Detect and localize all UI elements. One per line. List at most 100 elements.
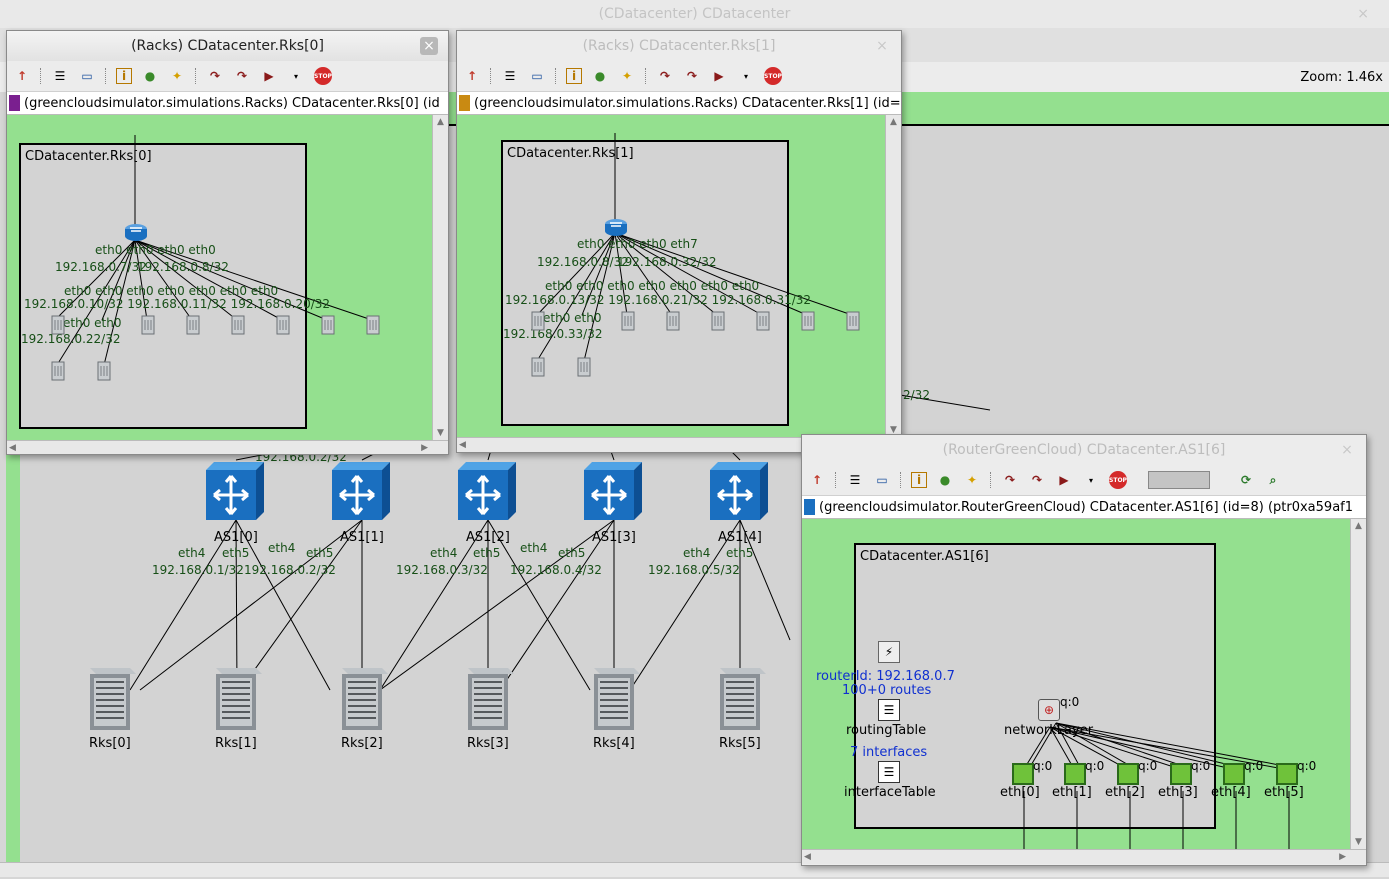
step-icon[interactable]: ↷: [656, 67, 674, 85]
go-up-icon[interactable]: ↑: [808, 471, 826, 489]
interface-table-icon[interactable]: ☰: [878, 761, 900, 783]
scroll-down-icon[interactable]: ▼: [1355, 837, 1362, 847]
rack-icon[interactable]: [714, 668, 766, 730]
fast-step-icon[interactable]: ↷: [233, 67, 251, 85]
wand-icon[interactable]: ✦: [963, 471, 981, 489]
server-icon[interactable]: [141, 315, 155, 335]
close-icon[interactable]: ×: [873, 37, 891, 55]
run-icon[interactable]: ▶: [710, 67, 728, 85]
rack0-hscrollbar[interactable]: ◀ ▶: [7, 440, 448, 454]
list-icon[interactable]: ☰: [51, 67, 69, 85]
router-icon[interactable]: [124, 223, 148, 241]
server-icon[interactable]: [51, 361, 65, 381]
nic-icon[interactable]: [1170, 763, 1192, 785]
rack0-titlebar[interactable]: (Racks) CDatacenter.Rks[0] ×: [7, 31, 448, 61]
go-up-icon[interactable]: ↑: [13, 67, 31, 85]
server-icon[interactable]: [186, 315, 200, 335]
rack-icon[interactable]: [588, 668, 640, 730]
rack-icon[interactable]: [210, 668, 262, 730]
rack-icon[interactable]: [462, 668, 514, 730]
list-icon[interactable]: ☰: [846, 471, 864, 489]
stop-icon[interactable]: STOP: [764, 67, 782, 85]
server-icon[interactable]: [531, 357, 545, 377]
chevron-down-icon[interactable]: ▾: [1082, 471, 1100, 489]
chevron-down-icon[interactable]: ▾: [737, 67, 755, 85]
router-icon[interactable]: [604, 218, 628, 236]
routing-table-icon[interactable]: ☰: [878, 699, 900, 721]
nic-icon[interactable]: [1223, 763, 1245, 785]
refresh-icon[interactable]: ⟳: [1237, 471, 1255, 489]
nic-icon[interactable]: [1064, 763, 1086, 785]
speed-slider[interactable]: [1148, 471, 1210, 489]
server-icon[interactable]: [366, 315, 380, 335]
wand-icon[interactable]: ✦: [168, 67, 186, 85]
server-icon[interactable]: [577, 357, 591, 377]
server-icon[interactable]: [276, 315, 290, 335]
nic-icon[interactable]: [1276, 763, 1298, 785]
server-icon[interactable]: [321, 315, 335, 335]
go-up-icon[interactable]: ↑: [463, 67, 481, 85]
scroll-right-icon[interactable]: ▶: [421, 443, 428, 453]
object-icon[interactable]: ●: [591, 67, 609, 85]
step-icon[interactable]: ↷: [206, 67, 224, 85]
server-icon[interactable]: [51, 315, 65, 335]
run-icon[interactable]: ▶: [1055, 471, 1073, 489]
scroll-up-icon[interactable]: ▲: [890, 117, 897, 127]
rack-icon[interactable]: [84, 668, 136, 730]
server-icon[interactable]: [231, 315, 245, 335]
rack0-canvas[interactable]: CDatacenter.Rks[0] eth0 eth0 eth0 eth0 1…: [7, 115, 432, 440]
server-icon[interactable]: [97, 361, 111, 381]
object-icon[interactable]: ●: [141, 67, 159, 85]
chevron-down-icon[interactable]: ▾: [287, 67, 305, 85]
monitor-icon[interactable]: ▭: [78, 67, 96, 85]
info-icon[interactable]: i: [911, 472, 927, 488]
scroll-up-icon[interactable]: ▲: [1355, 521, 1362, 531]
switch-icon[interactable]: [458, 462, 516, 520]
scroll-right-icon[interactable]: ▶: [1339, 852, 1346, 862]
rack1-titlebar[interactable]: (Racks) CDatacenter.Rks[1] ×: [457, 31, 901, 61]
list-icon[interactable]: ☰: [501, 67, 519, 85]
step-icon[interactable]: ↷: [1001, 471, 1019, 489]
router-titlebar[interactable]: (RouterGreenCloud) CDatacenter.AS1[6] ×: [802, 435, 1366, 465]
scroll-left-icon[interactable]: ◀: [459, 440, 466, 450]
rack-icon[interactable]: [336, 668, 388, 730]
router-hscrollbar[interactable]: ◀ ▶: [802, 849, 1366, 864]
server-icon[interactable]: [801, 311, 815, 331]
rack0-vscrollbar[interactable]: ▲ ▼: [432, 115, 448, 440]
server-icon[interactable]: [621, 311, 635, 331]
nic-icon[interactable]: [1117, 763, 1139, 785]
info-icon[interactable]: i: [116, 68, 132, 84]
fast-step-icon[interactable]: ↷: [683, 67, 701, 85]
scroll-down-icon[interactable]: ▼: [437, 428, 444, 438]
server-icon[interactable]: [666, 311, 680, 331]
switch-icon[interactable]: [710, 462, 768, 520]
server-icon[interactable]: [756, 311, 770, 331]
switch-icon[interactable]: [206, 462, 264, 520]
close-icon[interactable]: ×: [420, 37, 438, 55]
server-icon[interactable]: [846, 311, 860, 331]
switch-icon[interactable]: [584, 462, 642, 520]
scroll-left-icon[interactable]: ◀: [9, 443, 16, 453]
run-icon[interactable]: ▶: [260, 67, 278, 85]
router-canvas[interactable]: CDatacenter.AS1[6] ⚡ routerId: 192.168.0…: [802, 519, 1350, 849]
object-icon[interactable]: ●: [936, 471, 954, 489]
monitor-icon[interactable]: ▭: [873, 471, 891, 489]
notification-icon[interactable]: ⚡: [878, 641, 900, 663]
monitor-icon[interactable]: ▭: [528, 67, 546, 85]
stop-icon[interactable]: STOP: [1109, 471, 1127, 489]
scroll-left-icon[interactable]: ◀: [804, 852, 811, 862]
fast-step-icon[interactable]: ↷: [1028, 471, 1046, 489]
close-icon[interactable]: ×: [1338, 441, 1356, 459]
rack1-canvas[interactable]: CDatacenter.Rks[1] eth0 eth0 eth0 eth7 1…: [457, 115, 885, 437]
stop-icon[interactable]: STOP: [314, 67, 332, 85]
network-layer-icon[interactable]: ⊕: [1038, 699, 1060, 721]
zoom-in-icon[interactable]: ⌕: [1264, 471, 1282, 489]
wand-icon[interactable]: ✦: [618, 67, 636, 85]
nic-icon[interactable]: [1012, 763, 1034, 785]
server-icon[interactable]: [531, 311, 545, 331]
server-icon[interactable]: [711, 311, 725, 331]
rack1-vscrollbar[interactable]: ▲ ▼: [885, 115, 901, 437]
router-vscrollbar[interactable]: ▲ ▼: [1350, 519, 1366, 849]
info-icon[interactable]: i: [566, 68, 582, 84]
scroll-up-icon[interactable]: ▲: [437, 117, 444, 127]
